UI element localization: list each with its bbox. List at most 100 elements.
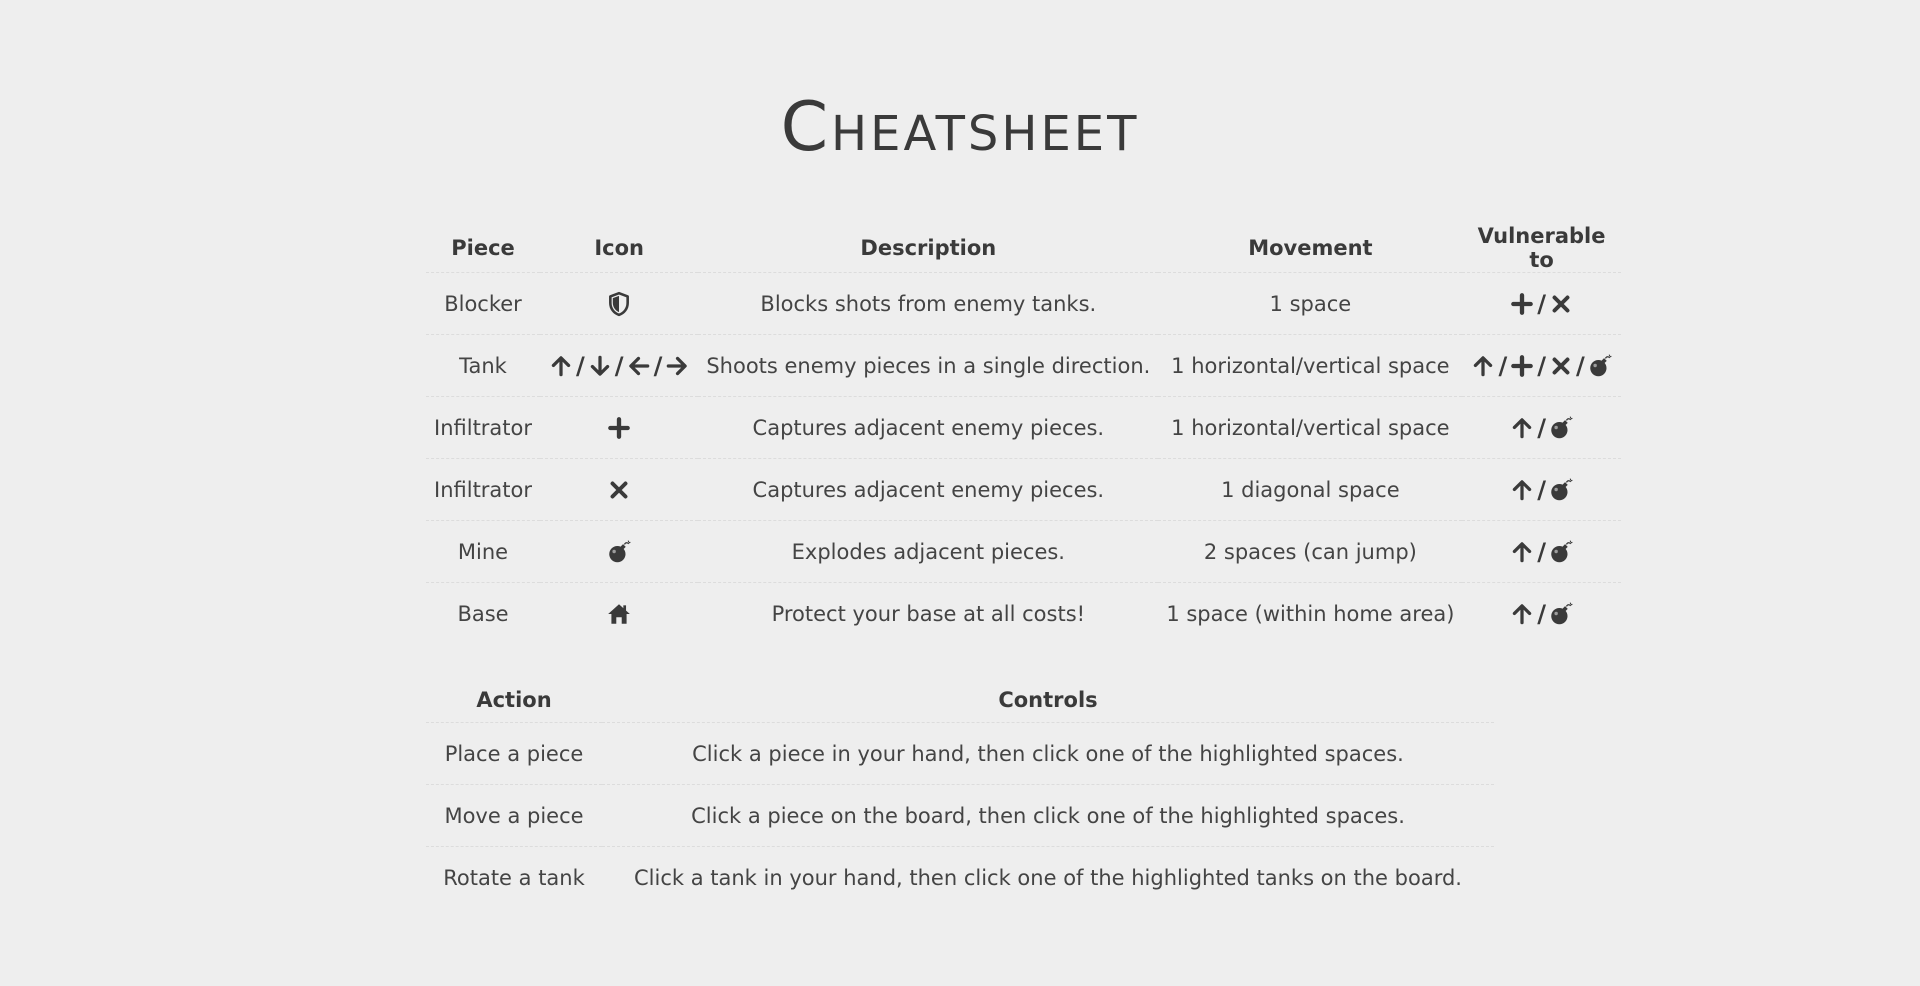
bomb-icon — [1587, 353, 1613, 379]
icon-separator: / — [653, 351, 663, 380]
piece-row: Blocker Blocks shots from enemy tanks. 1 s… — [426, 272, 1621, 335]
piece-icons — [606, 477, 632, 503]
bomb-icon — [1548, 539, 1574, 565]
piece-icon-cell: / / / — [540, 334, 699, 397]
plus-icon — [1509, 291, 1535, 317]
action-controls: Click a piece in your hand, then click o… — [602, 722, 1494, 785]
piece-movement: 1 horizontal/vertical space — [1158, 334, 1463, 397]
arrow-up-icon — [1509, 415, 1535, 441]
piece-name: Base — [426, 582, 541, 644]
piece-movement: 1 space — [1158, 272, 1463, 335]
header-vulnerable-to: Vulnerable to — [1477, 224, 1606, 272]
vulnerable-icons: / / / — [1470, 352, 1612, 380]
piece-name: Infiltrator — [426, 396, 541, 459]
piece-description: Blocks shots from enemy tanks. — [698, 272, 1159, 335]
action-name: Place a piece — [426, 722, 602, 785]
piece-row: Tank / / / Shoots enemy pieces in a single d… — [426, 334, 1621, 397]
header-description: Description — [860, 236, 997, 260]
piece-name: Tank — [426, 334, 541, 397]
icon-separator: / — [1537, 289, 1546, 318]
piece-icon-cell — [540, 458, 699, 521]
arrow-up-icon — [1509, 539, 1535, 565]
page-title: Cheatsheet — [780, 88, 1140, 167]
action-row: Place a piece Click a piece in your hand,… — [426, 722, 1494, 785]
vulnerable-icons: / — [1509, 414, 1574, 442]
arrow-left-icon — [626, 353, 652, 379]
plus-icon — [606, 415, 632, 441]
header-icon: Icon — [594, 236, 644, 260]
piece-icons — [606, 415, 632, 441]
piece-icons — [606, 601, 632, 627]
header-piece: Piece — [451, 236, 515, 260]
icon-separator: / — [1537, 599, 1546, 628]
vulnerable-icons: / — [1509, 476, 1574, 504]
piece-row: Infiltrator Captures adjacent enemy piece… — [426, 396, 1621, 459]
arrow-down-icon — [587, 353, 613, 379]
icon-separator: / — [1575, 351, 1585, 380]
arrow-up-icon — [548, 353, 574, 379]
bomb-icon — [1548, 415, 1574, 441]
action-name: Move a piece — [426, 784, 602, 847]
home-icon — [606, 601, 632, 627]
x-icon — [1548, 291, 1574, 317]
piece-movement: 1 horizontal/vertical space — [1158, 396, 1463, 459]
arrow-up-icon — [1470, 353, 1496, 379]
header-controls: Controls — [998, 688, 1098, 712]
header-movement: Movement — [1248, 236, 1373, 260]
piece-movement: 1 space (within home area) — [1158, 582, 1463, 644]
pieces-table: Piece Icon Description Movement Vulnerab… — [426, 224, 1621, 644]
piece-description: Captures adjacent enemy pieces. — [698, 458, 1159, 521]
arrow-up-icon — [1509, 601, 1535, 627]
piece-icon-cell — [540, 520, 699, 583]
piece-vulnerable-cell: / — [1462, 520, 1621, 583]
shield-icon — [606, 291, 632, 317]
piece-description: Explodes adjacent pieces. — [698, 520, 1159, 583]
bomb-icon — [1548, 477, 1574, 503]
piece-movement: 2 spaces (can jump) — [1158, 520, 1463, 583]
icon-separator: / — [1537, 413, 1546, 442]
piece-vulnerable-cell: / / / — [1462, 334, 1621, 397]
action-controls: Click a piece on the board, then click o… — [602, 784, 1494, 847]
piece-name: Blocker — [426, 272, 541, 335]
bomb-icon — [1548, 601, 1574, 627]
piece-icons — [606, 539, 632, 565]
piece-icons: / / / — [548, 352, 690, 380]
icon-separator: / — [576, 351, 585, 380]
piece-name: Infiltrator — [426, 458, 541, 521]
icon-separator: / — [614, 351, 624, 380]
icon-separator: / — [1498, 351, 1508, 380]
vulnerable-icons: / — [1509, 538, 1574, 566]
piece-description: Shoots enemy pieces in a single directio… — [698, 334, 1159, 397]
action-name: Rotate a tank — [426, 846, 602, 908]
cheatsheet-page: Cheatsheet Piece Icon Description Moveme… — [0, 0, 1920, 986]
action-row: Move a piece Click a piece on the board, … — [426, 784, 1494, 847]
piece-icon-cell — [540, 272, 699, 335]
piece-icons — [606, 291, 632, 317]
icon-separator: / — [1537, 351, 1546, 380]
piece-description: Protect your base at all costs! — [698, 582, 1159, 644]
icon-separator: / — [1537, 475, 1546, 504]
piece-vulnerable-cell: / — [1462, 396, 1621, 459]
piece-row: Base Protect your base at all costs! 1 spa… — [426, 582, 1621, 644]
arrow-up-icon — [1509, 477, 1535, 503]
piece-icon-cell — [540, 396, 699, 459]
piece-vulnerable-cell: / — [1462, 272, 1621, 335]
plus-icon — [1509, 353, 1535, 379]
piece-vulnerable-cell: / — [1462, 458, 1621, 521]
icon-separator: / — [1537, 537, 1546, 566]
action-row: Rotate a tank Click a tank in your hand, … — [426, 846, 1494, 908]
piece-vulnerable-cell: / — [1462, 582, 1621, 644]
header-action: Action — [476, 688, 552, 712]
x-icon — [1548, 353, 1574, 379]
piece-description: Captures adjacent enemy pieces. — [698, 396, 1159, 459]
piece-movement: 1 diagonal space — [1158, 458, 1463, 521]
arrow-right-icon — [664, 353, 690, 379]
vulnerable-icons: / — [1509, 600, 1574, 628]
piece-row: Infiltrator Captures adjacent enemy piece… — [426, 458, 1621, 521]
x-icon — [606, 477, 632, 503]
vulnerable-icons: / — [1509, 290, 1574, 318]
piece-icon-cell — [540, 582, 699, 644]
action-controls: Click a tank in your hand, then click on… — [602, 846, 1494, 908]
actions-table: Action Controls Place a piece Click a pie… — [426, 678, 1494, 908]
actions-header-row: Action Controls — [426, 678, 1494, 723]
